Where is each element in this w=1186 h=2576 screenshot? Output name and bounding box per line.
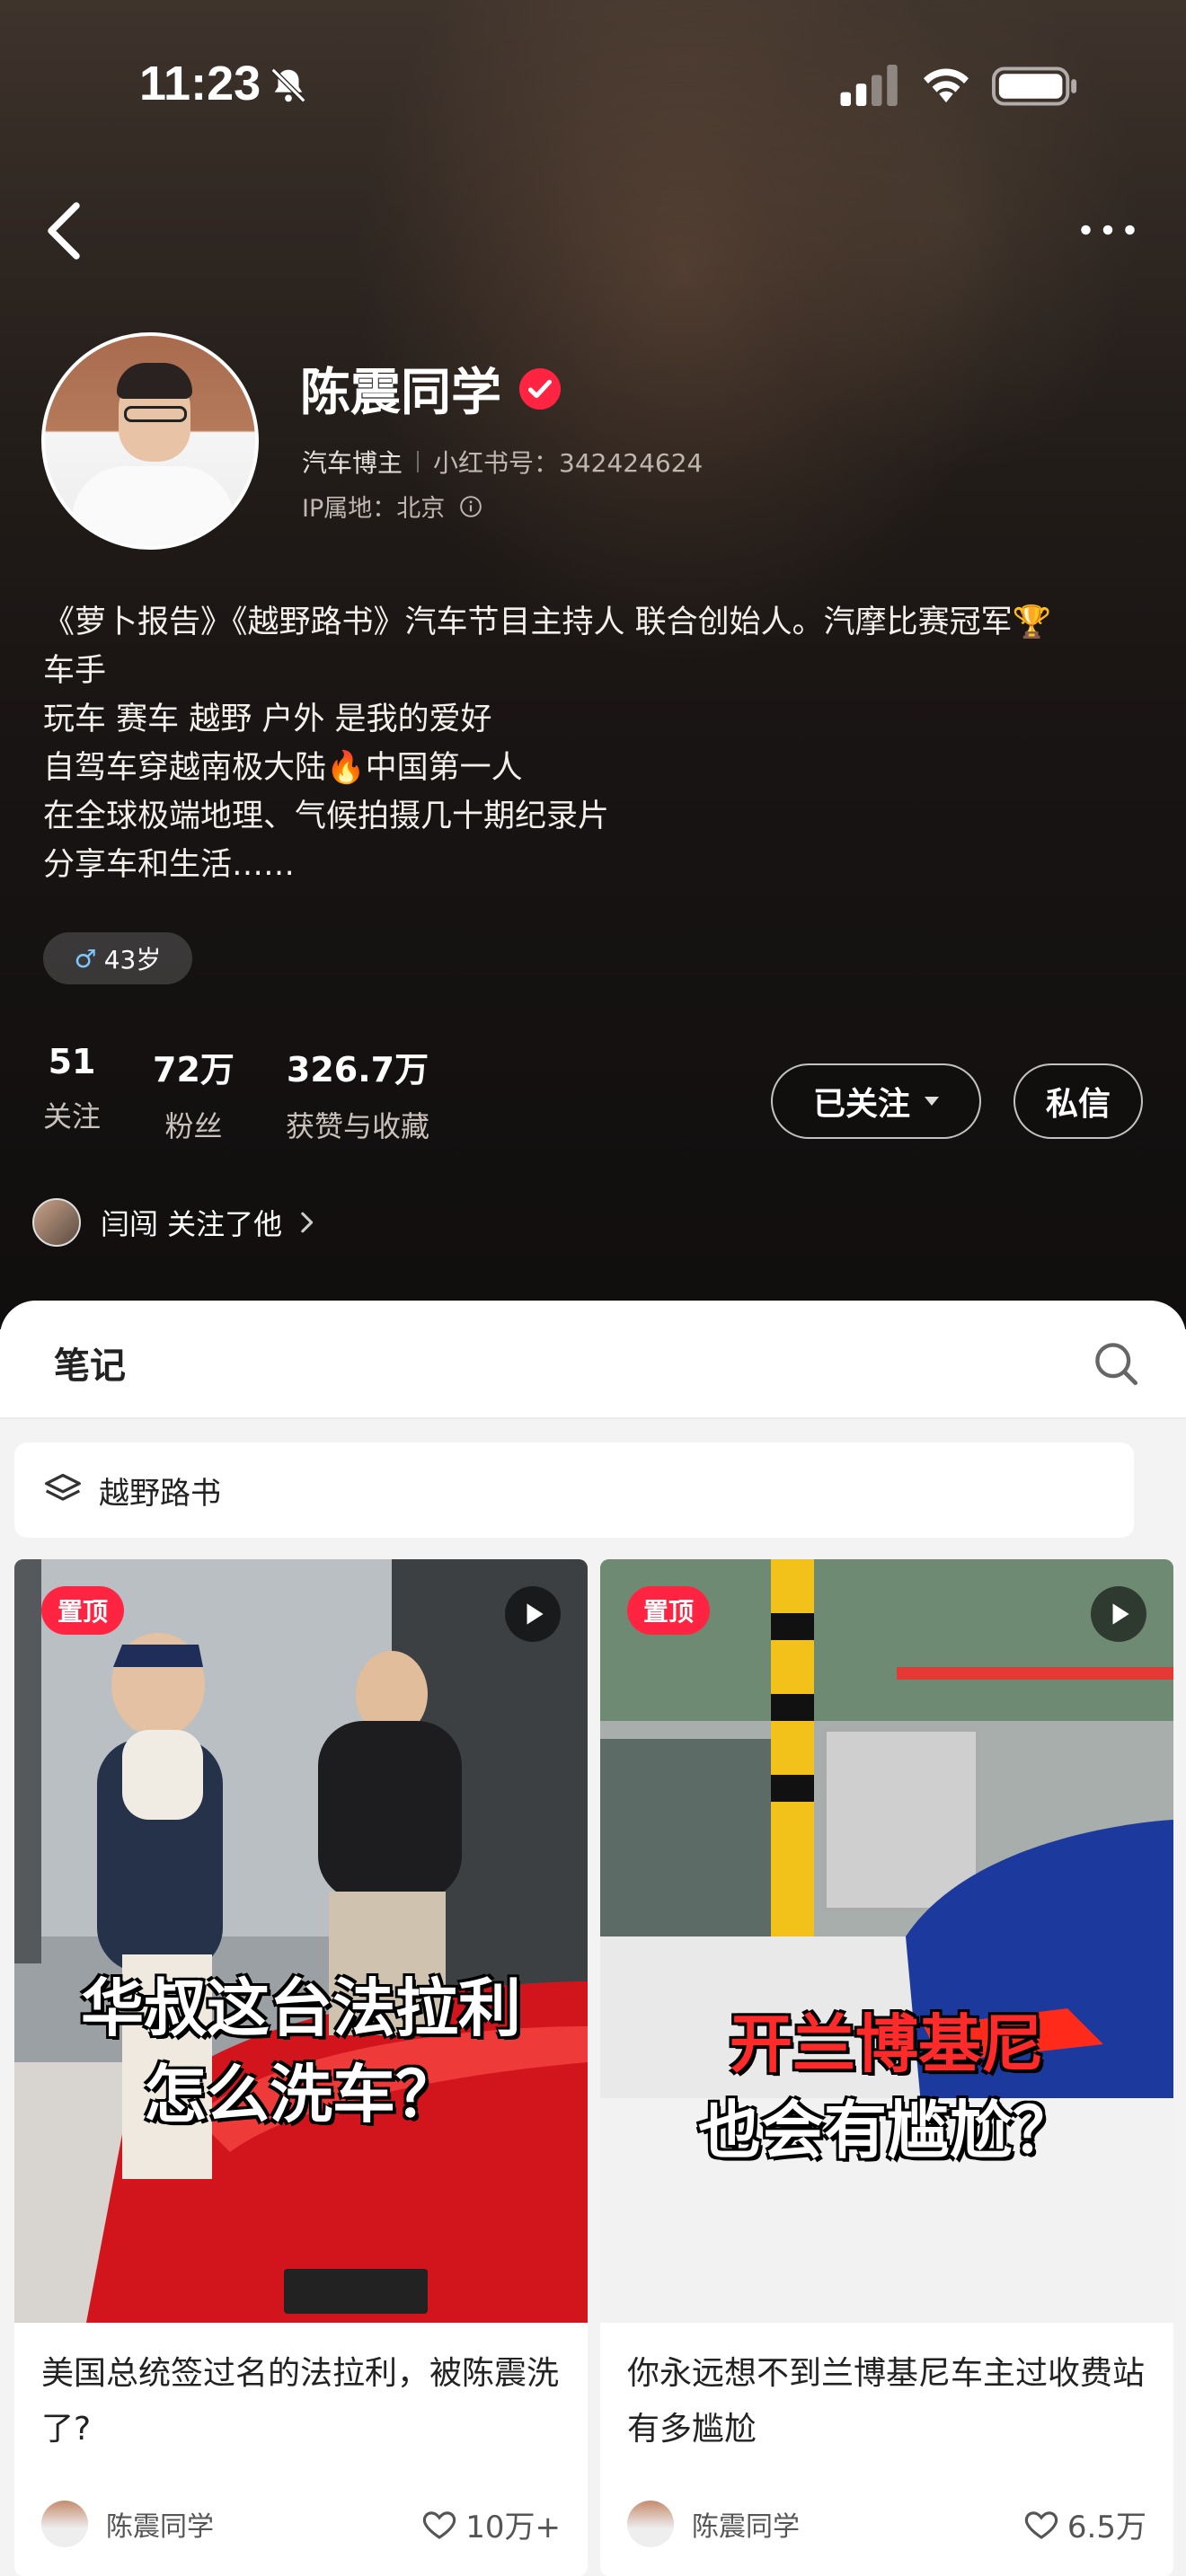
message-button[interactable]: 私信	[1013, 1063, 1143, 1139]
like-count: 6.5万	[1067, 2510, 1146, 2545]
cover-caption-line: 怎么洗车？	[144, 2058, 458, 2131]
collection-label: 越野路书	[99, 1475, 221, 1512]
pinned-badge: 置顶	[627, 1586, 711, 1635]
bio-line: 在全球极端地理、气候拍摄几十期纪录片	[43, 798, 610, 834]
bio-line: 玩车 赛车 越野 户外 是我的爱好	[43, 701, 492, 737]
wifi-icon	[924, 68, 969, 103]
like-button[interactable]: 6.5万	[1022, 2502, 1146, 2546]
mutual-follow-text: 闫闯 关注了他	[101, 1207, 283, 1241]
stat-followers-label: 粉丝	[164, 1109, 223, 1143]
stat-followers-value: 72万	[153, 1050, 235, 1090]
more-options-icon[interactable]	[1076, 212, 1139, 248]
bio-line: 自驾车穿越南极大陆🔥中国第一人	[43, 750, 523, 786]
heart-icon	[423, 2510, 456, 2539]
cover-caption: 华叔这台法拉利 怎么洗车？	[14, 1965, 588, 2138]
note-title[interactable]: 你永远想不到兰博基尼车主过收费站有多尴尬	[627, 2346, 1148, 2457]
search-icon[interactable]	[1093, 1340, 1139, 1387]
notes-panel: 笔记 越野路书 华叔这台法拉利 怎么洗车？ 置顶 美国总统签过名的法拉利，被陈震…	[0, 1301, 1186, 2576]
profile-meta-line: 汽车博主 小红书号：342424624	[302, 444, 703, 480]
age-text: 43岁	[103, 945, 162, 975]
pinned-badge: 置顶	[41, 1586, 125, 1635]
note-title[interactable]: 美国总统签过名的法拉利，被陈震洗了?	[41, 2346, 562, 2457]
cover-caption: 开兰博基尼 也会有尴尬？	[600, 2001, 1173, 2174]
notes-tab-bar: 笔记	[0, 1301, 1186, 1419]
video-play-icon	[1091, 1586, 1146, 1642]
stat-likes-value: 326.7万	[286, 1050, 429, 1090]
bio-line: 分享车和生活……	[43, 847, 296, 883]
cover-caption-line: 开兰博基尼	[730, 2007, 1044, 2081]
author-avatar	[627, 2501, 674, 2547]
status-bar: 11:23	[0, 0, 1186, 171]
profile-bio: 《萝卜报告》《越野路书》汽车节目主持人 联合创始人。汽摩比赛冠军🏆 车手 玩车 …	[43, 598, 1157, 889]
avatar-hair	[117, 363, 192, 399]
cover-illustration-lamborghini	[600, 1559, 1173, 2323]
like-button[interactable]: 10万+	[420, 2502, 561, 2546]
note-card[interactable]: 开兰博基尼 也会有尴尬？ 置顶 你永远想不到兰博基尼车主过收费站有多尴尬 陈震同…	[600, 1559, 1173, 2576]
profile-ip-line: IP属地：北京	[302, 489, 482, 524]
meta-divider	[417, 451, 420, 472]
avatar-shirt	[72, 466, 234, 546]
profile-header: 11:23 陈震同学 汽车博主 小红书号：342424624 IP属地：北京 《…	[0, 0, 1186, 1329]
note-cover-image[interactable]: 华叔这台法拉利 怎么洗车？ 置顶	[14, 1559, 588, 2323]
author-avatar	[41, 2501, 88, 2547]
profile-ip-location: IP属地：北京	[302, 495, 446, 523]
age-tag: ♂ 43岁	[43, 932, 192, 984]
note-author[interactable]: 陈震同学	[627, 2501, 800, 2547]
stat-likes-label: 获赞与收藏	[286, 1109, 430, 1143]
note-card[interactable]: 华叔这台法拉利 怎么洗车？ 置顶 美国总统签过名的法拉利，被陈震洗了? 陈震同学…	[14, 1559, 588, 2576]
profile-avatar[interactable]	[41, 332, 259, 550]
profile-redbook-id: 小红书号：342424624	[433, 448, 704, 478]
chevron-right-icon	[301, 1212, 314, 1233]
author-name: 陈震同学	[692, 2511, 800, 2543]
caret-down-icon	[925, 1097, 939, 1106]
mutual-follow-row[interactable]: 闫闯 关注了他	[32, 1198, 314, 1247]
back-chevron-icon[interactable]	[41, 199, 86, 262]
avatar-glasses	[124, 406, 187, 422]
heart-icon	[1024, 2510, 1058, 2539]
cellular-signal-icon	[840, 65, 898, 106]
status-time: 11:23	[139, 57, 261, 110]
stat-following-label: 关注	[43, 1099, 102, 1134]
video-play-icon	[505, 1586, 561, 1642]
layers-icon	[45, 1473, 81, 1501]
profile-role: 汽车博主	[302, 448, 403, 478]
like-count: 10万+	[465, 2510, 561, 2545]
bio-line: 车手	[43, 653, 107, 689]
verified-badge-icon	[519, 368, 561, 410]
message-button-label: 私信	[1045, 1086, 1111, 1123]
note-author[interactable]: 陈震同学	[41, 2501, 214, 2547]
male-icon: ♂	[74, 943, 97, 974]
stat-following-value: 51	[48, 1042, 96, 1081]
cover-caption-line: 也会有尴尬？	[698, 2094, 1075, 2167]
silent-bell-icon	[270, 67, 306, 103]
stat-likes-collects[interactable]: 326.7万 获赞与收藏	[286, 1042, 429, 1145]
cover-illustration-ferrari	[14, 1559, 588, 2323]
tab-notes[interactable]: 笔记	[54, 1337, 126, 1389]
bio-line: 《萝卜报告》《越野路书》汽车节目主持人 联合创始人。汽摩比赛冠军🏆	[43, 604, 1052, 640]
stat-following[interactable]: 51 关注	[43, 1042, 101, 1135]
cover-caption-line: 华叔这台法拉利	[81, 1972, 521, 2045]
author-name: 陈震同学	[106, 2511, 214, 2543]
following-button-label: 已关注	[812, 1086, 910, 1123]
collection-row[interactable]: 越野路书	[14, 1442, 1134, 1538]
following-button[interactable]: 已关注	[771, 1063, 981, 1139]
info-circle-icon[interactable]	[459, 495, 482, 518]
battery-icon	[992, 66, 1077, 106]
mutual-avatar	[32, 1198, 81, 1247]
stat-followers[interactable]: 72万 粉丝	[153, 1042, 235, 1145]
note-cover-image[interactable]: 开兰博基尼 也会有尴尬？ 置顶	[600, 1559, 1173, 2323]
profile-name: 陈震同学	[300, 364, 501, 422]
